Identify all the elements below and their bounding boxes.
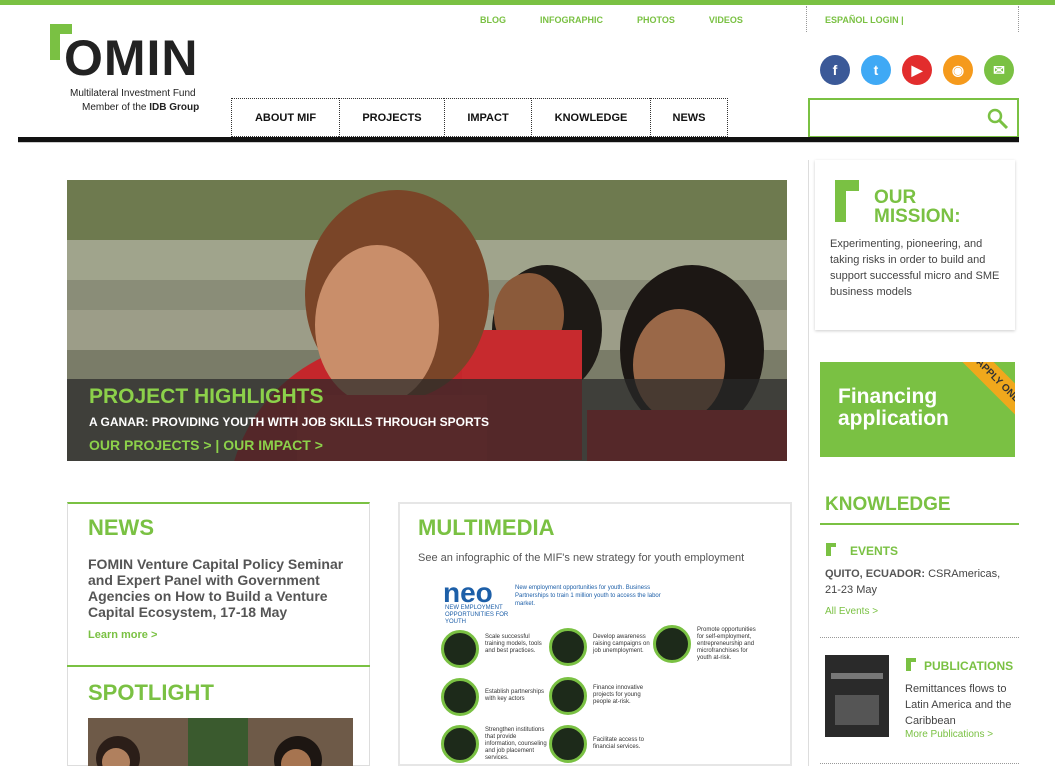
header-rule-shadow <box>18 142 1019 143</box>
mission-title: OUR MISSION: <box>874 188 961 226</box>
search-box <box>808 98 1019 138</box>
social-links: f t ▶ ◉ ✉ <box>820 55 1014 85</box>
finance-money-icon <box>549 725 587 763</box>
top-link-blog[interactable]: BLOG <box>480 15 506 25</box>
infographic-item: Facilitate access to financial services. <box>593 737 645 750</box>
training-icon <box>441 630 479 668</box>
divider <box>820 763 1019 764</box>
right-column-divider <box>808 160 809 766</box>
facebook-icon[interactable]: f <box>820 55 850 85</box>
language-login-links[interactable]: ESPAÑOL LOGIN | <box>825 15 904 25</box>
search-icon[interactable] <box>987 108 1009 130</box>
campaign-chart-icon <box>549 628 587 666</box>
youth-employment-infographic[interactable]: neo NEW EMPLOYMENT OPPORTUNITIES FOR YOU… <box>437 573 757 766</box>
infographic-item: Finance innovative projects for young pe… <box>593 685 644 705</box>
mission-quote-mark-icon <box>835 180 859 222</box>
top-link-videos[interactable]: VIDEOS <box>709 15 743 25</box>
financing-application-banner[interactable]: Financing application APPLY ONLINE <box>820 362 1015 457</box>
publication-title[interactable]: Remittances flows to Latin America and t… <box>905 681 1015 729</box>
divider <box>820 637 1019 638</box>
neo-logo-subtitle: NEW EMPLOYMENT OPPORTUNITIES FOR YOUTH <box>445 605 509 625</box>
twitter-icon[interactable]: t <box>861 55 891 85</box>
top-link-photos[interactable]: PHOTOS <box>637 15 675 25</box>
multimedia-subtitle[interactable]: See an infographic of the MIF's new stra… <box>418 552 744 564</box>
logo-wordmark: OMIN <box>64 30 199 86</box>
rss-icon[interactable]: ◉ <box>943 55 973 85</box>
fomin-logo[interactable]: OMIN Multilateral Investment Fund Member… <box>46 22 216 117</box>
events-heading: EVENTS <box>850 544 899 558</box>
infographic-item: Develop awareness raising campaigns on j… <box>593 634 650 654</box>
more-publications-link[interactable]: More Publications > <box>905 729 993 740</box>
news-spotlight-divider <box>67 665 370 667</box>
search-input[interactable] <box>814 101 984 135</box>
top-links: BLOG INFOGRAPHIC PHOTOS VIDEOS <box>480 15 777 25</box>
nav-knowledge[interactable]: KNOWLEDGE <box>531 98 650 137</box>
top-link-infographic[interactable]: INFOGRAPHIC <box>540 15 603 25</box>
mission-text: Experimenting, pioneering, and taking ri… <box>830 238 1000 298</box>
knowledge-rule <box>820 523 1019 525</box>
top-accent-bar <box>0 0 1055 5</box>
nav-impact[interactable]: IMPACT <box>444 98 531 137</box>
logo-tagline: Multilateral Investment Fund <box>70 88 196 99</box>
event-place: QUITO, ECUADOR: <box>825 568 926 580</box>
logo-member-prefix: Member of the <box>82 102 150 113</box>
publication-cover <box>825 655 889 737</box>
institution-building-icon <box>441 725 479 763</box>
spotlight-heading: SPOTLIGHT <box>88 680 214 705</box>
multimedia-heading: MULTIMEDIA <box>418 515 555 540</box>
mission-title-line2: MISSION: <box>874 206 961 227</box>
partnership-handshake-icon <box>441 678 479 716</box>
financing-title: Financing application <box>838 386 949 430</box>
events-quote-icon <box>826 543 836 556</box>
nav-news[interactable]: NEWS <box>650 98 728 137</box>
publications-quote-icon <box>906 658 916 671</box>
knowledge-heading: KNOWLEDGE <box>825 494 951 515</box>
hero-slideshow[interactable]: PROJECT HIGHLIGHTS A GANAR: PROVIDING YO… <box>67 180 787 461</box>
all-events-link[interactable]: All Events > <box>825 606 878 617</box>
infographic-item: Strengthen institutions that provide inf… <box>485 727 547 761</box>
innovation-bulb-icon <box>549 677 587 715</box>
publications-heading: PUBLICATIONS <box>924 659 1014 673</box>
publication-cover-image[interactable] <box>825 655 889 737</box>
logo-member-group: IDB Group <box>149 102 200 113</box>
news-headline[interactable]: FOMIN Venture Capital Policy Seminar and… <box>88 556 358 620</box>
entrepreneurship-icon <box>653 625 691 663</box>
spotlight-image[interactable] <box>88 718 353 766</box>
nav-projects[interactable]: PROJECTS <box>339 98 444 137</box>
financing-title-line1: Financing <box>838 385 938 408</box>
apply-online-ribbon[interactable]: APPLY ONLINE <box>949 362 1015 441</box>
hero-subtitle[interactable]: A GANAR: PROVIDING YOUTH WITH JOB SKILLS… <box>89 415 489 429</box>
youtube-icon[interactable]: ▶ <box>902 55 932 85</box>
main-nav: ABOUT MIF PROJECTS IMPACT KNOWLEDGE NEWS <box>231 98 728 137</box>
financing-title-line2: application <box>838 407 949 430</box>
mission-card: OUR MISSION: Experimenting, pioneering, a… <box>815 160 1015 330</box>
spotlight-photo <box>88 718 353 766</box>
infographic-item: Establish partnerships with key actors <box>485 689 545 702</box>
email-icon[interactable]: ✉ <box>984 55 1014 85</box>
mission-title-line1: OUR <box>874 187 917 208</box>
nav-about-mif[interactable]: ABOUT MIF <box>231 98 339 137</box>
news-learn-more-link[interactable]: Learn more > <box>88 629 157 641</box>
divider <box>806 6 807 32</box>
hero-links[interactable]: OUR PROJECTS > | OUR IMPACT > <box>89 437 323 453</box>
infographic-item: Promote opportunities for self-employmen… <box>697 627 756 661</box>
logo-member-line: Member of the IDB Group <box>82 102 199 113</box>
event-item[interactable]: QUITO, ECUADOR: CSRAmericas, 21-23 May <box>825 566 1010 598</box>
hero-title: PROJECT HIGHLIGHTS <box>89 385 324 408</box>
divider <box>1018 6 1019 32</box>
infographic-item: Scale successful training models, tools … <box>485 634 542 654</box>
infographic-top-note: New employment opportunities for youth. … <box>515 585 661 607</box>
news-heading: NEWS <box>88 515 154 540</box>
